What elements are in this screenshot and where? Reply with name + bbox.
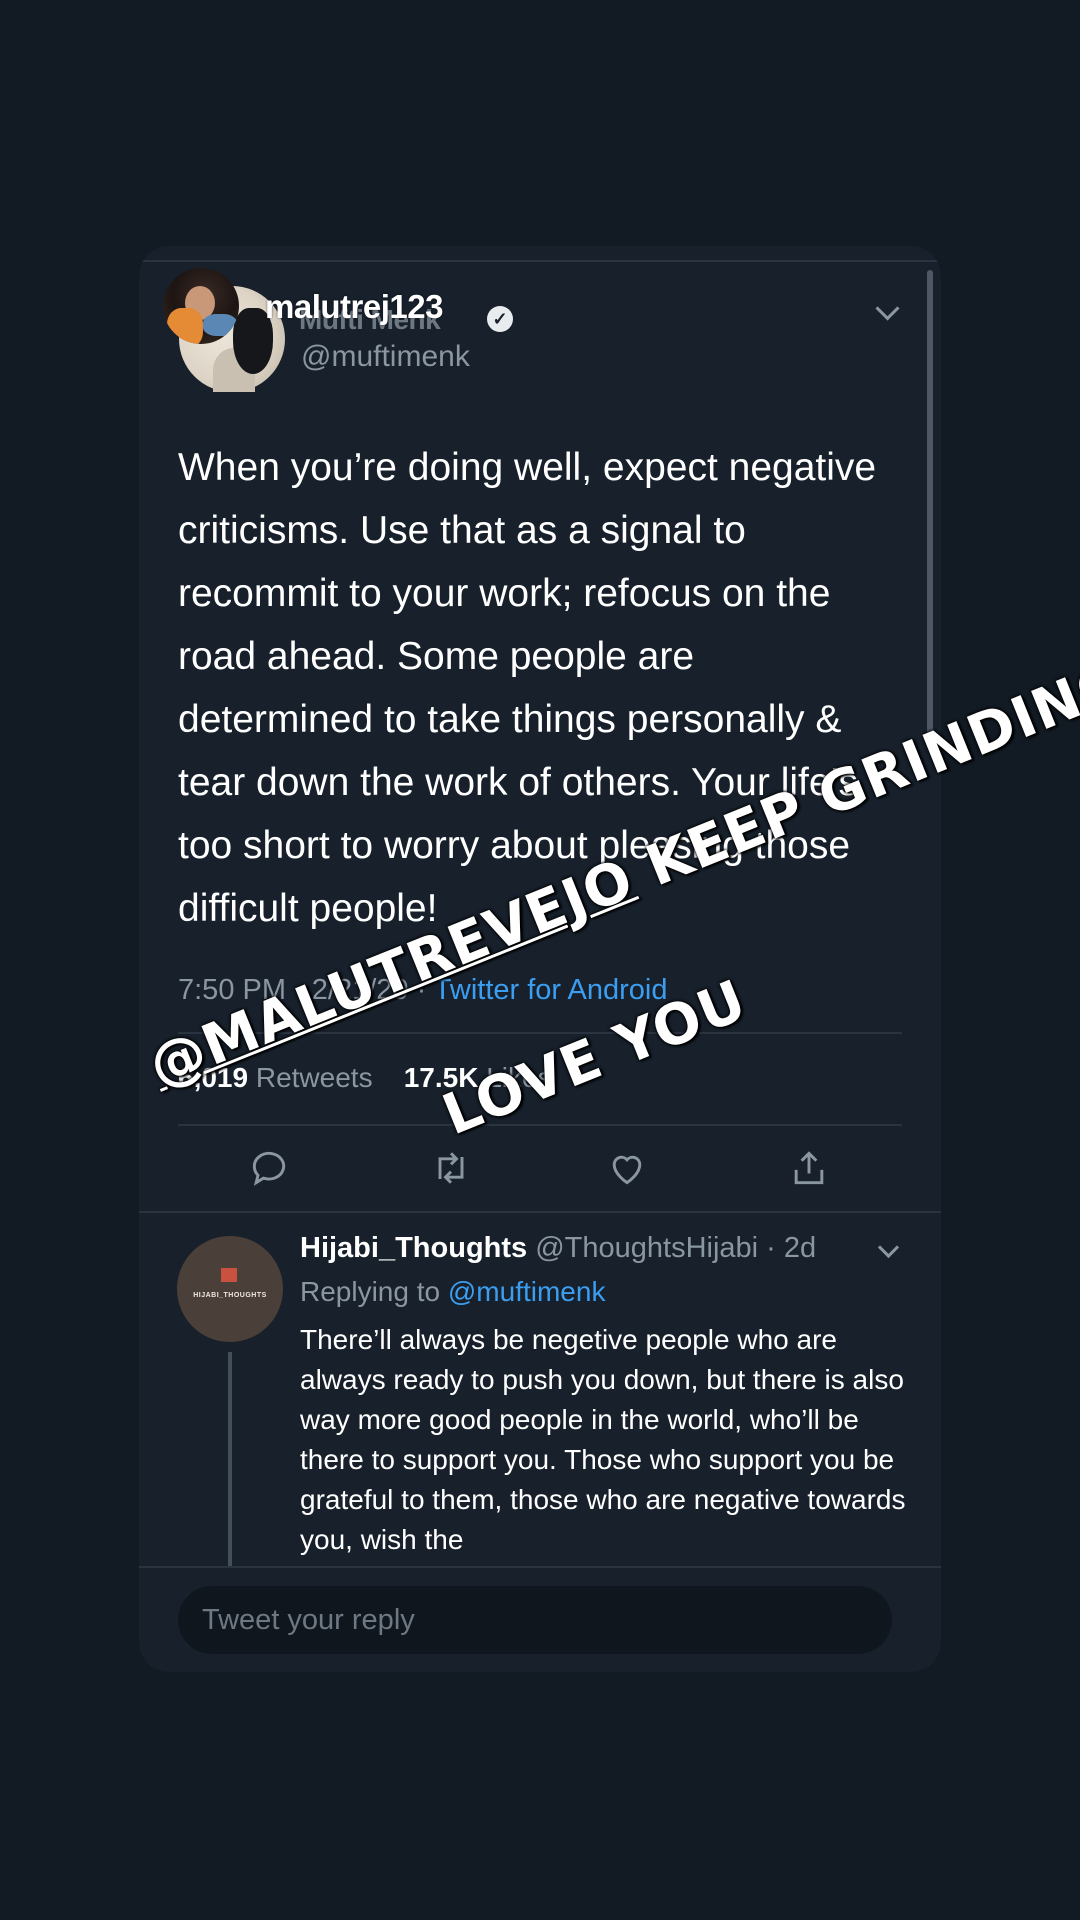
retweets-count[interactable]: 6,019 — [178, 1062, 248, 1093]
chevron-down-icon[interactable] — [875, 296, 900, 321]
reply-author-handle[interactable]: @ThoughtsHijabi · 2d — [527, 1232, 816, 1264]
tweet-client-link[interactable]: Twitter for Android — [434, 974, 668, 1006]
retweet-icon — [438, 1152, 464, 1184]
retweet-button[interactable] — [429, 1146, 473, 1190]
story-username[interactable]: malutrej123 — [265, 288, 443, 326]
likes-count[interactable]: 17.5K — [404, 1062, 479, 1093]
tweet-stats: 6,019 Retweets 17.5K Likes — [178, 1062, 552, 1094]
replying-to: Replying to @muftimenk — [300, 1276, 606, 1307]
author-handle[interactable]: @muftimenk — [301, 340, 470, 374]
reply-button[interactable] — [247, 1146, 291, 1190]
tweet-timestamp: 7:50 PM · 2/21/20 · — [178, 974, 434, 1006]
tweet-reply-input[interactable] — [178, 1586, 892, 1654]
reply-avatar[interactable]: HIJABI_THOUGHTS — [177, 1236, 283, 1342]
story-user-avatar[interactable] — [163, 268, 239, 344]
share-icon — [794, 1151, 824, 1185]
divider — [178, 1032, 902, 1034]
reply-avatar-label: HIJABI_THOUGHTS — [193, 1292, 267, 1299]
heart-icon — [612, 1155, 642, 1185]
replying-to-link[interactable]: @muftimenk — [448, 1276, 606, 1307]
tweet-meta: 7:50 PM · 2/21/20 · Twitter for Android — [178, 974, 668, 1007]
divider — [139, 1211, 941, 1213]
likes-label[interactable]: Likes — [486, 1062, 551, 1093]
verified-badge-icon: ✓ — [487, 306, 513, 332]
reply-text: There’ll always be negetive people who a… — [300, 1324, 906, 1555]
tweet-card: Mufti Menk ✓ malutrej123 @muftimenk When… — [139, 246, 941, 1672]
comment-icon — [252, 1151, 286, 1186]
retweets-label[interactable]: Retweets — [256, 1062, 373, 1093]
reply-composer-bar — [139, 1566, 941, 1672]
reply-author-name[interactable]: Hijabi_Thoughts — [300, 1232, 527, 1264]
tweet-text: When you’re doing well, expect negative … — [178, 446, 877, 930]
like-button[interactable] — [605, 1146, 649, 1190]
card-divider — [139, 260, 941, 262]
share-button[interactable] — [787, 1146, 831, 1190]
scrollbar[interactable] — [927, 270, 933, 736]
chevron-down-icon[interactable] — [877, 1236, 900, 1259]
divider — [178, 1124, 902, 1126]
reply-header: Hijabi_Thoughts @ThoughtsHijabi · 2d — [300, 1232, 816, 1265]
